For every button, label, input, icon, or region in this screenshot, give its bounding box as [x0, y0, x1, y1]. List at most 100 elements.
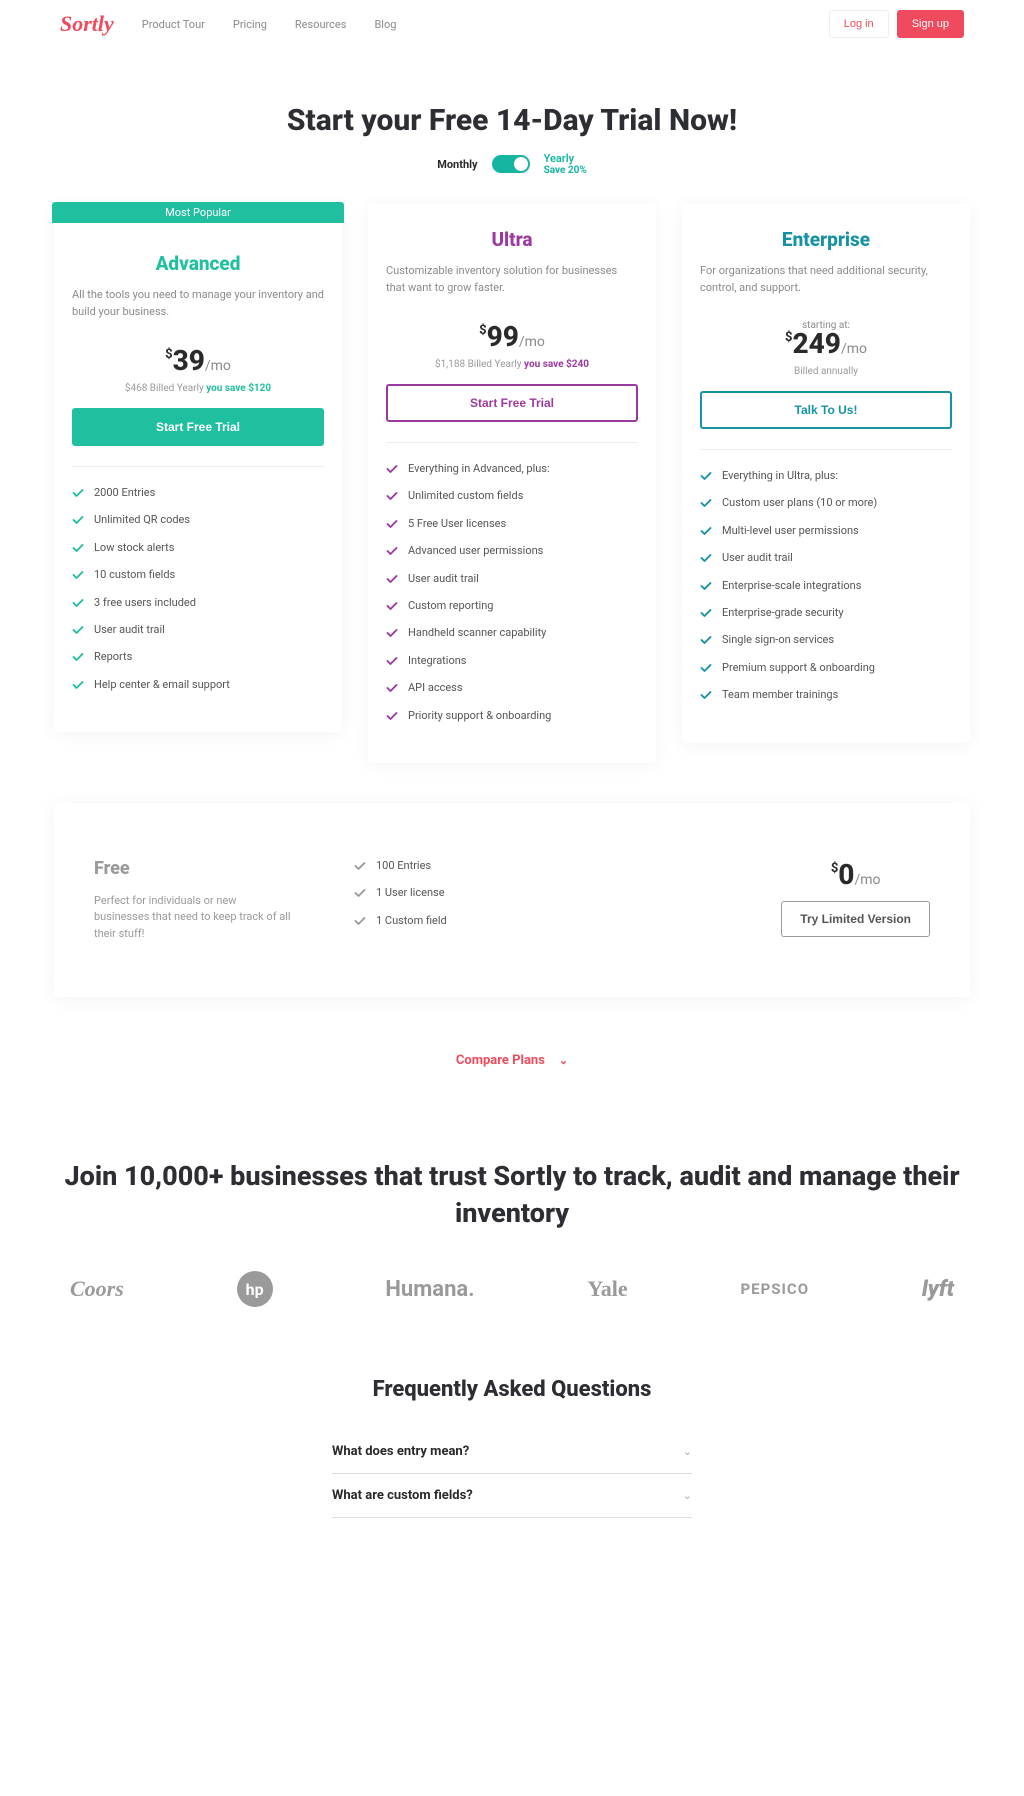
trust-heading: Join 10,000+ businesses that trust Sortl… [0, 1158, 1024, 1231]
faq-item[interactable]: What are custom fields? ⌄ [332, 1474, 692, 1518]
feature-item: Low stock alerts [72, 540, 324, 555]
plan-billing-note: Billed annually [700, 366, 952, 377]
check-icon [354, 887, 366, 899]
faq-question: What are custom fields? [332, 1488, 473, 1503]
check-icon [700, 552, 712, 564]
feature-item: 2000 Entries [72, 485, 324, 500]
feature-item: User audit trail [700, 550, 952, 565]
feature-item: Reports [72, 649, 324, 664]
feature-item: Integrations [386, 653, 638, 668]
check-icon [700, 689, 712, 701]
billing-toggle[interactable] [492, 155, 530, 173]
check-icon [72, 487, 84, 499]
plan-subtitle: For organizations that need additional s… [700, 263, 952, 296]
plan-card-enterprise: Enterprise For organizations that need a… [682, 204, 970, 743]
plan-name: Advanced [72, 252, 324, 275]
check-icon [72, 569, 84, 581]
popular-badge: Most Popular [52, 202, 344, 223]
check-icon [700, 470, 712, 482]
feature-item: 5 Free User licenses [386, 516, 638, 531]
logo-humana: Humana. [385, 1277, 474, 1302]
nav-product-tour[interactable]: Product Tour [142, 18, 205, 31]
plan-subtitle: Perfect for individuals or new businesse… [94, 893, 294, 943]
check-icon [72, 624, 84, 636]
feature-item: Team member trainings [700, 687, 952, 702]
feature-item: 10 custom fields [72, 567, 324, 582]
signup-button[interactable]: Sign up [897, 10, 964, 38]
feature-item: Handheld scanner capability [386, 625, 638, 640]
feature-item: Custom user plans (10 or more) [700, 495, 952, 510]
check-icon [700, 525, 712, 537]
main-nav: Product Tour Pricing Resources Blog [142, 18, 397, 31]
chevron-down-icon: ⌄ [683, 1445, 692, 1458]
feature-item: Multi-level user permissions [700, 523, 952, 538]
feature-item: API access [386, 680, 638, 695]
feature-item: 100 Entries [354, 858, 721, 873]
logo-lyft: lyft [922, 1277, 954, 1302]
feature-item: Enterprise-scale integrations [700, 578, 952, 593]
check-icon [700, 607, 712, 619]
feature-item: 1 User license [354, 885, 721, 900]
plan-name: Ultra [386, 228, 638, 251]
plan-subtitle: All the tools you need to manage your in… [72, 287, 324, 320]
check-icon [386, 600, 398, 612]
logo-hp: hp [237, 1271, 273, 1307]
check-icon [700, 497, 712, 509]
talk-to-us-button[interactable]: Talk To Us! [700, 391, 952, 429]
feature-item: Help center & email support [72, 677, 324, 692]
nav-pricing[interactable]: Pricing [233, 18, 267, 31]
chevron-down-icon: ⌄ [559, 1054, 568, 1067]
start-trial-advanced-button[interactable]: Start Free Trial [72, 408, 324, 446]
plan-card-advanced: Most Popular Advanced All the tools you … [54, 204, 342, 732]
start-trial-ultra-button[interactable]: Start Free Trial [386, 384, 638, 422]
logo-yale: Yale [587, 1276, 627, 1302]
plan-features-free: 100 Entries 1 User license 1 Custom field [354, 858, 721, 928]
nav-blog[interactable]: Blog [374, 18, 396, 31]
login-button[interactable]: Log in [829, 10, 889, 38]
feature-item: 1 Custom field [354, 913, 721, 928]
check-icon [386, 573, 398, 585]
check-icon [386, 490, 398, 502]
plan-features-ultra: Everything in Advanced, plus: Unlimited c… [386, 461, 638, 723]
plan-card-free: Free Perfect for individuals or new busi… [54, 803, 970, 998]
plan-features-advanced: 2000 Entries Unlimited QR codes Low stock … [72, 485, 324, 692]
feature-item: Priority support & onboarding [386, 708, 638, 723]
check-icon [386, 627, 398, 639]
check-icon [386, 682, 398, 694]
check-icon [72, 679, 84, 691]
feature-item: User audit trail [386, 571, 638, 586]
check-icon [386, 463, 398, 475]
feature-item: Unlimited custom fields [386, 488, 638, 503]
billing-yearly-label: Yearly [544, 152, 587, 165]
plan-billing-note: $1,188 Billed Yearly you save $240 [386, 359, 638, 370]
feature-item: Everything in Advanced, plus: [386, 461, 638, 476]
check-icon [354, 860, 366, 872]
plan-billing-note: $468 Billed Yearly you save $120 [72, 383, 324, 394]
feature-item: Unlimited QR codes [72, 512, 324, 527]
check-icon [386, 655, 398, 667]
feature-item: Single sign-on services [700, 632, 952, 647]
logo-pepsico: PEPSICO [740, 1280, 809, 1298]
brand-logo[interactable]: Sortly [60, 11, 114, 37]
plan-card-ultra: Ultra Customizable inventory solution fo… [368, 204, 656, 763]
feature-item: Enterprise-grade security [700, 605, 952, 620]
plan-features-enterprise: Everything in Ultra, plus:Custom user pl… [700, 468, 952, 703]
feature-item: Premium support & onboarding [700, 660, 952, 675]
billing-toggle-row: Monthly Yearly Save 20% [0, 152, 1024, 176]
faq-item[interactable]: What does entry mean? ⌄ [332, 1430, 692, 1474]
check-icon [72, 651, 84, 663]
check-icon [700, 634, 712, 646]
plan-name: Free [94, 858, 294, 879]
check-icon [72, 542, 84, 554]
feature-item: User audit trail [72, 622, 324, 637]
check-icon [700, 580, 712, 592]
try-limited-button[interactable]: Try Limited Version [781, 901, 930, 937]
faq-heading: Frequently Asked Questions [0, 1377, 1024, 1402]
check-icon [386, 518, 398, 530]
check-icon [354, 915, 366, 927]
billing-save-label: Save 20% [544, 165, 587, 176]
feature-item: Custom reporting [386, 598, 638, 613]
feature-item: Advanced user permissions [386, 543, 638, 558]
nav-resources[interactable]: Resources [295, 18, 347, 31]
compare-plans-toggle[interactable]: Compare Plans⌄ [0, 1053, 1024, 1068]
